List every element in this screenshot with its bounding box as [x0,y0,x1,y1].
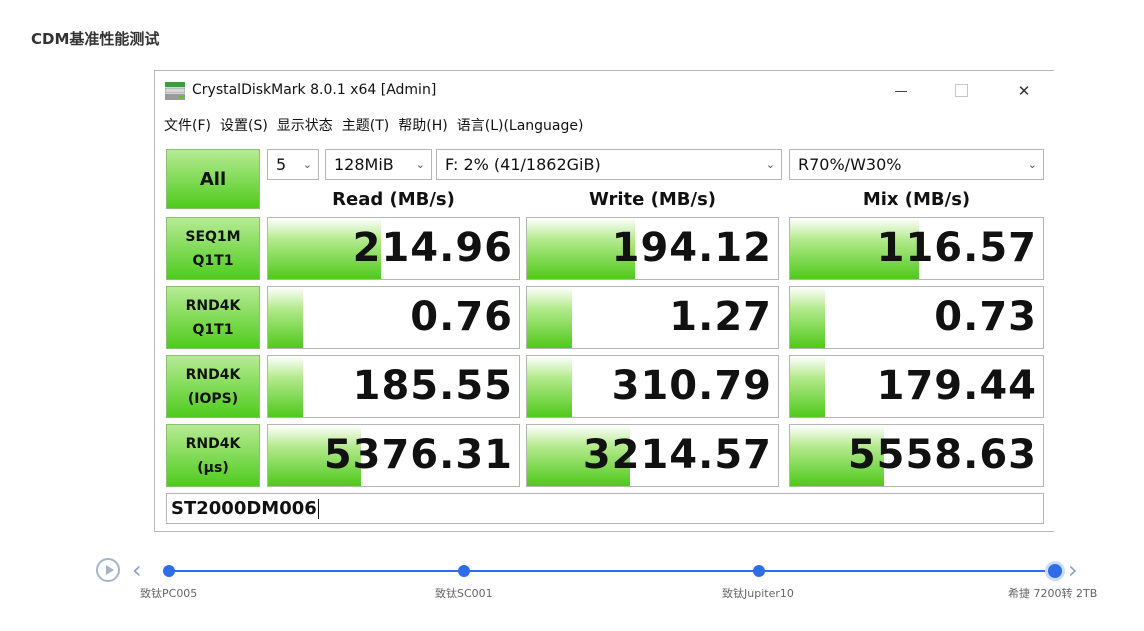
result-bar [790,287,826,348]
result-cell-read: 214.96 [267,217,520,280]
chevron-down-icon: ⌄ [765,158,775,171]
mix-column-header: Mix (MB/s) [862,189,971,210]
result-cell-read: 0.76 [267,286,520,349]
result-value: 194.12 [611,225,772,271]
drive-select[interactable]: F: 2% (41/1862GiB) ⌄ [436,149,782,180]
result-bar [527,356,573,417]
window-title: CrystalDiskMark 8.0.1 x64 [Admin] [192,82,437,98]
result-value: 5558.63 [847,432,1037,478]
test-label-line1: RND4K [185,297,241,314]
next-arrow-button[interactable]: › [1068,557,1078,583]
timeline-node[interactable] [458,565,470,577]
maximize-button[interactable] [941,78,981,104]
timeline-node[interactable] [163,565,175,577]
timeline: ‹ 致钛PC005 致钛SC001 致钛Jupiter10 希捷 7200转 2… [0,555,1144,605]
test-button-rnd4k-q1t1[interactable]: RND4K Q1T1 [166,286,260,349]
result-cell-write: 1.27 [526,286,779,349]
test-label-line1: SEQ1M [185,228,241,245]
drive-value: F: 2% (41/1862GiB) [445,155,601,174]
close-button[interactable]: ✕ [1004,78,1044,104]
test-label-line2: Q1T1 [192,252,234,269]
chevron-down-icon: ⌄ [302,158,312,171]
test-count-value: 5 [276,155,287,174]
timeline-track [168,570,1054,572]
result-cell-read: 5376.31 [267,424,520,487]
section-title: CDM基准性能测试 [31,30,160,48]
test-count-select[interactable]: 5 ⌄ [267,149,319,180]
play-button[interactable] [96,558,120,582]
test-label-line1: RND4K [185,366,241,383]
result-value: 0.76 [410,294,513,340]
text-caret [317,499,319,519]
menu-display-status[interactable]: 显示状态 [274,115,336,135]
run-all-button[interactable]: All [166,149,260,209]
result-bar [527,287,573,348]
test-size-value: 128MiB [334,155,394,174]
result-value: 310.79 [611,363,772,409]
menu-settings[interactable]: 设置(S) [217,115,271,135]
timeline-label[interactable]: 致钛SC001 [435,585,493,601]
timeline-node[interactable] [753,565,765,577]
menu-file[interactable]: 文件(F) [161,115,214,135]
result-bar [268,287,304,348]
mix-ratio-value: R70%/W30% [798,155,902,174]
result-value: 185.55 [352,363,513,409]
result-cell-write: 310.79 [526,355,779,418]
result-value: 3214.57 [582,432,772,478]
result-bar [790,356,826,417]
result-cell-write: 194.12 [526,217,779,280]
result-bar [268,356,304,417]
menu-language[interactable]: 语言(L)(Language) [454,115,587,135]
test-button-rnd4k-iops[interactable]: RND4K (IOPS) [166,355,260,418]
result-value: 1.27 [669,294,772,340]
mix-ratio-select[interactable]: R70%/W30% ⌄ [789,149,1044,180]
timeline-label[interactable]: 致钛PC005 [140,585,197,601]
title-bar: CrystalDiskMark 8.0.1 x64 [Admin] ✕ [155,71,1054,111]
result-value: 179.44 [876,363,1037,409]
app-icon [165,82,185,100]
test-label-line2: (IOPS) [187,390,239,407]
test-button-seq1m-q1t1[interactable]: SEQ1M Q1T1 [166,217,260,280]
test-button-rnd4k-latency[interactable]: RND4K (μs) [166,424,260,487]
maximize-icon [955,84,968,97]
test-label-line2: Q1T1 [192,321,234,338]
timeline-label[interactable]: 希捷 7200转 2TB [1008,585,1097,601]
result-value: 5376.31 [323,432,513,478]
result-value: 0.73 [934,294,1037,340]
result-value: 116.57 [876,225,1037,271]
comment-value: ST2000DM006 [171,498,317,519]
timeline-label[interactable]: 致钛Jupiter10 [722,585,794,601]
result-cell-mix: 5558.63 [789,424,1044,487]
result-cell-read: 185.55 [267,355,520,418]
result-cell-mix: 0.73 [789,286,1044,349]
test-label-line1: RND4K [185,435,241,452]
crystaldiskmark-window: CrystalDiskMark 8.0.1 x64 [Admin] ✕ 文件(F… [154,70,1054,532]
write-column-header: Write (MB/s) [588,189,717,210]
result-value: 214.96 [352,225,513,271]
chevron-down-icon: ⌄ [415,158,425,171]
comment-input[interactable]: ST2000DM006 [166,493,1044,524]
result-cell-mix: 116.57 [789,217,1044,280]
result-cell-mix: 179.44 [789,355,1044,418]
result-cell-write: 3214.57 [526,424,779,487]
test-size-select[interactable]: 128MiB ⌄ [325,149,432,180]
menu-bar: 文件(F) 设置(S) 显示状态 主题(T) 帮助(H) 语言(L)(Langu… [161,115,589,135]
menu-theme[interactable]: 主题(T) [339,115,392,135]
minimize-button[interactable] [881,78,921,104]
chevron-down-icon: ⌄ [1027,158,1037,171]
read-column-header: Read (MB/s) [332,189,455,210]
test-label-line2: (μs) [197,459,229,476]
timeline-node[interactable] [1048,564,1062,578]
menu-help[interactable]: 帮助(H) [395,115,450,135]
minimize-icon [895,91,907,92]
close-icon: ✕ [1017,82,1031,100]
play-icon [106,565,114,575]
prev-arrow-button[interactable]: ‹ [132,557,142,583]
